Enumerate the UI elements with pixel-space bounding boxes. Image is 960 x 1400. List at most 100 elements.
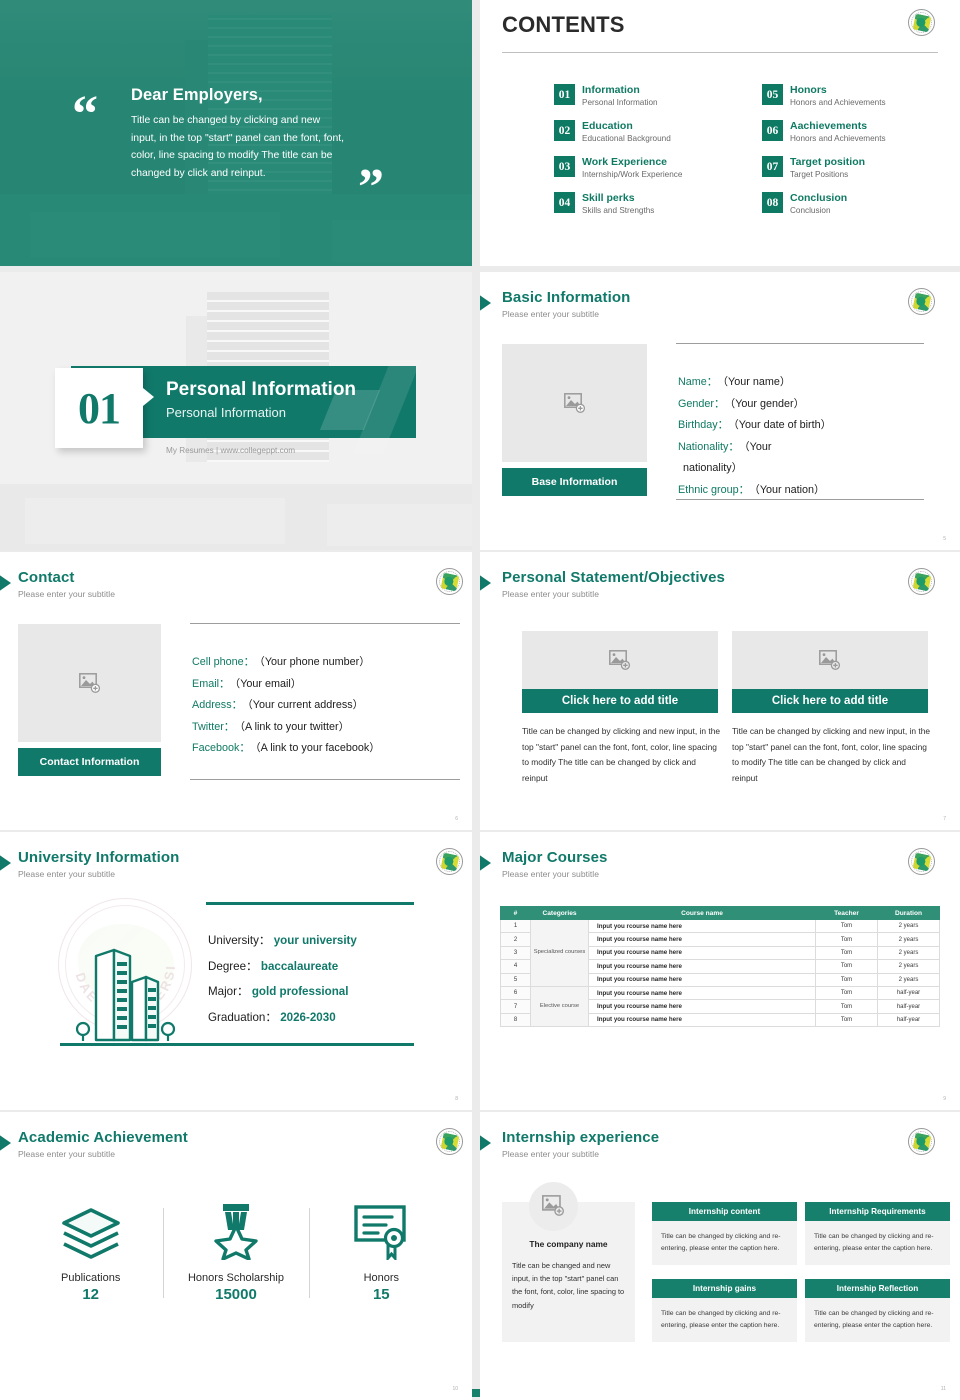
slide-personal-statement[interactable]: Personal Statement/Objectives Please ent…: [480, 552, 960, 830]
info-value[interactable]: （Your nation）: [754, 484, 824, 496]
table-row[interactable]: 6Elective courseInput you rcourse name h…: [501, 986, 940, 999]
row-index: 1: [501, 920, 531, 933]
header-arrow-icon: [0, 1134, 11, 1152]
info-value[interactable]: （A link to your twitter）: [240, 721, 350, 733]
card-caption[interactable]: Click here to add title: [522, 689, 718, 713]
slide-university-information[interactable]: University Information Please enter your…: [0, 832, 472, 1110]
row-duration: 2 years: [878, 946, 940, 959]
card-heading[interactable]: Internship content: [652, 1202, 797, 1221]
contents-item[interactable]: 03Work ExperienceInternship/Work Experie…: [554, 156, 734, 180]
contents-item-number: 04: [554, 192, 575, 213]
photo-placeholder[interactable]: [732, 631, 928, 689]
university-value[interactable]: 2026-2030: [280, 1011, 335, 1024]
university-key: Major：: [208, 985, 249, 998]
row-course-name[interactable]: Input you rcourse name here: [589, 960, 816, 973]
photo-placeholder[interactable]: [18, 624, 161, 742]
slide-internship-experience[interactable]: Internship experience Please enter your …: [480, 1112, 960, 1400]
page-title: Contact: [18, 569, 75, 586]
row-course-name[interactable]: Input you rcourse name here: [589, 973, 816, 986]
row-course-name[interactable]: Input you rcourse name here: [589, 1000, 816, 1013]
page-subtitle: Please enter your subtitle: [502, 1149, 599, 1159]
slide-major-courses[interactable]: Major Courses Please enter your subtitle…: [480, 832, 960, 1110]
info-key: Nationality：: [678, 441, 739, 453]
quote-open-icon: “: [72, 95, 98, 134]
university-value[interactable]: gold professional: [252, 985, 349, 998]
achievement-stats: Publications 12 Honors Scholarship 15000: [18, 1198, 454, 1303]
slide-deck-overview: “ Dear Employers, Title can be changed b…: [0, 0, 960, 1400]
contact-fields: Cell phone：（Your phone number）Email：（You…: [192, 652, 380, 760]
university-value[interactable]: baccalaureate: [261, 960, 338, 973]
slide-academic-achievement[interactable]: Academic Achievement Please enter your s…: [0, 1112, 472, 1400]
photo-placeholder[interactable]: [502, 344, 647, 462]
row-duration: half-year: [878, 986, 940, 999]
slide-section-divider-01[interactable]: 01 Personal Information Personal Informa…: [0, 272, 472, 550]
card-heading[interactable]: Internship Requirements: [805, 1202, 950, 1221]
contents-item-subtitle: Skills and Strengths: [582, 205, 654, 216]
card-body-text: Title can be changed by clicking and re-…: [814, 1308, 941, 1332]
info-row: Facebook：（A link to your facebook）: [192, 738, 380, 760]
photo-caption[interactable]: Contact Information: [18, 748, 161, 776]
row-course-name[interactable]: Input you rcourse name here: [589, 920, 816, 933]
info-value[interactable]: （Your: [744, 441, 771, 453]
card-body-text: Title can be changed by clicking and re-…: [814, 1231, 941, 1255]
info-value[interactable]: （Your phone number）: [259, 656, 370, 668]
university-seal-icon: [908, 568, 935, 595]
info-value[interactable]: （Your name）: [723, 376, 791, 388]
row-index: 5: [501, 973, 531, 986]
card-heading[interactable]: Internship gains: [652, 1279, 797, 1298]
info-value[interactable]: （Your date of birth）: [733, 419, 831, 431]
card-heading[interactable]: Internship Reflection: [805, 1279, 950, 1298]
table-header-row: #CategoriesCourse nameTeacherDuration: [501, 907, 940, 920]
company-name: The company name: [502, 1239, 635, 1249]
university-value[interactable]: your university: [274, 934, 357, 947]
row-duration: half-year: [878, 1013, 940, 1026]
slide-cover-quote[interactable]: “ Dear Employers, Title can be changed b…: [0, 0, 472, 266]
contents-item[interactable]: 02EducationEducational Background: [554, 120, 734, 144]
card-caption[interactable]: Click here to add title: [732, 689, 928, 713]
info-value[interactable]: （Your email）: [235, 678, 302, 690]
page-subtitle: Please enter your subtitle: [18, 589, 115, 599]
page-title: Basic Information: [502, 289, 630, 306]
contents-item-subtitle: Educational Background: [582, 133, 671, 144]
stat-label: Publications: [18, 1272, 163, 1284]
row-course-name[interactable]: Input you rcourse name here: [589, 933, 816, 946]
row-index: 2: [501, 933, 531, 946]
stat-value: 12: [18, 1286, 163, 1303]
photo-placeholder[interactable]: [522, 631, 718, 689]
medal-star-icon: [163, 1198, 308, 1260]
card-body-text: Title can be changed by clicking and re-…: [661, 1308, 788, 1332]
stat-value: 15000: [163, 1286, 308, 1303]
contents-item[interactable]: 07Target positionTarget Positions: [762, 156, 942, 180]
info-value[interactable]: （Your current address）: [247, 699, 363, 711]
row-course-name[interactable]: Input you rcourse name here: [589, 986, 816, 999]
row-teacher: Tom: [816, 920, 878, 933]
row-teacher: Tom: [816, 1013, 878, 1026]
page-title: Personal Statement/Objectives: [502, 569, 725, 586]
row-course-name[interactable]: Input you rcourse name here: [589, 1013, 816, 1026]
contents-item[interactable]: 08ConclusionConclusion: [762, 192, 942, 216]
card-text: Title can be changed by clicking and new…: [732, 724, 931, 786]
contents-item[interactable]: 01InformationPersonal Information: [554, 84, 734, 108]
info-value[interactable]: （Your gender）: [730, 398, 805, 410]
photo-caption[interactable]: Base Information: [502, 468, 647, 496]
row-course-name[interactable]: Input you rcourse name here: [589, 946, 816, 959]
contents-item[interactable]: 04Skill perksSkills and Strengths: [554, 192, 734, 216]
page-title: Academic Achievement: [18, 1129, 188, 1146]
contents-item[interactable]: 06AachievementsHonors and Achievements: [762, 120, 942, 144]
info-key: Name：: [678, 376, 718, 388]
info-value[interactable]: nationality）: [683, 462, 742, 474]
info-value[interactable]: （A link to your facebook）: [255, 742, 380, 754]
card-body-text: Title can be changed by clicking and re-…: [661, 1231, 788, 1255]
contents-item-title: Information: [582, 84, 658, 97]
page-subtitle: Please enter your subtitle: [502, 309, 599, 319]
stat-label: Honors Scholarship: [163, 1272, 308, 1284]
basic-info-fields: Name：（Your name）Gender：（Your gender）Birt…: [678, 372, 831, 501]
row-index: 3: [501, 946, 531, 959]
contents-item[interactable]: 05HonorsHonors and Achievements: [762, 84, 942, 108]
table-row[interactable]: 1Specialized coursesInput you rcourse na…: [501, 920, 940, 933]
slide-contact[interactable]: Contact Please enter your subtitle Conta…: [0, 552, 472, 830]
company-description: Title can be changed and new input, in t…: [512, 1259, 627, 1312]
company-logo-placeholder[interactable]: [529, 1182, 578, 1231]
slide-contents[interactable]: CONTENTS 01InformationPersonal Informati…: [480, 0, 960, 266]
slide-basic-information[interactable]: Basic Information Please enter your subt…: [480, 272, 960, 550]
